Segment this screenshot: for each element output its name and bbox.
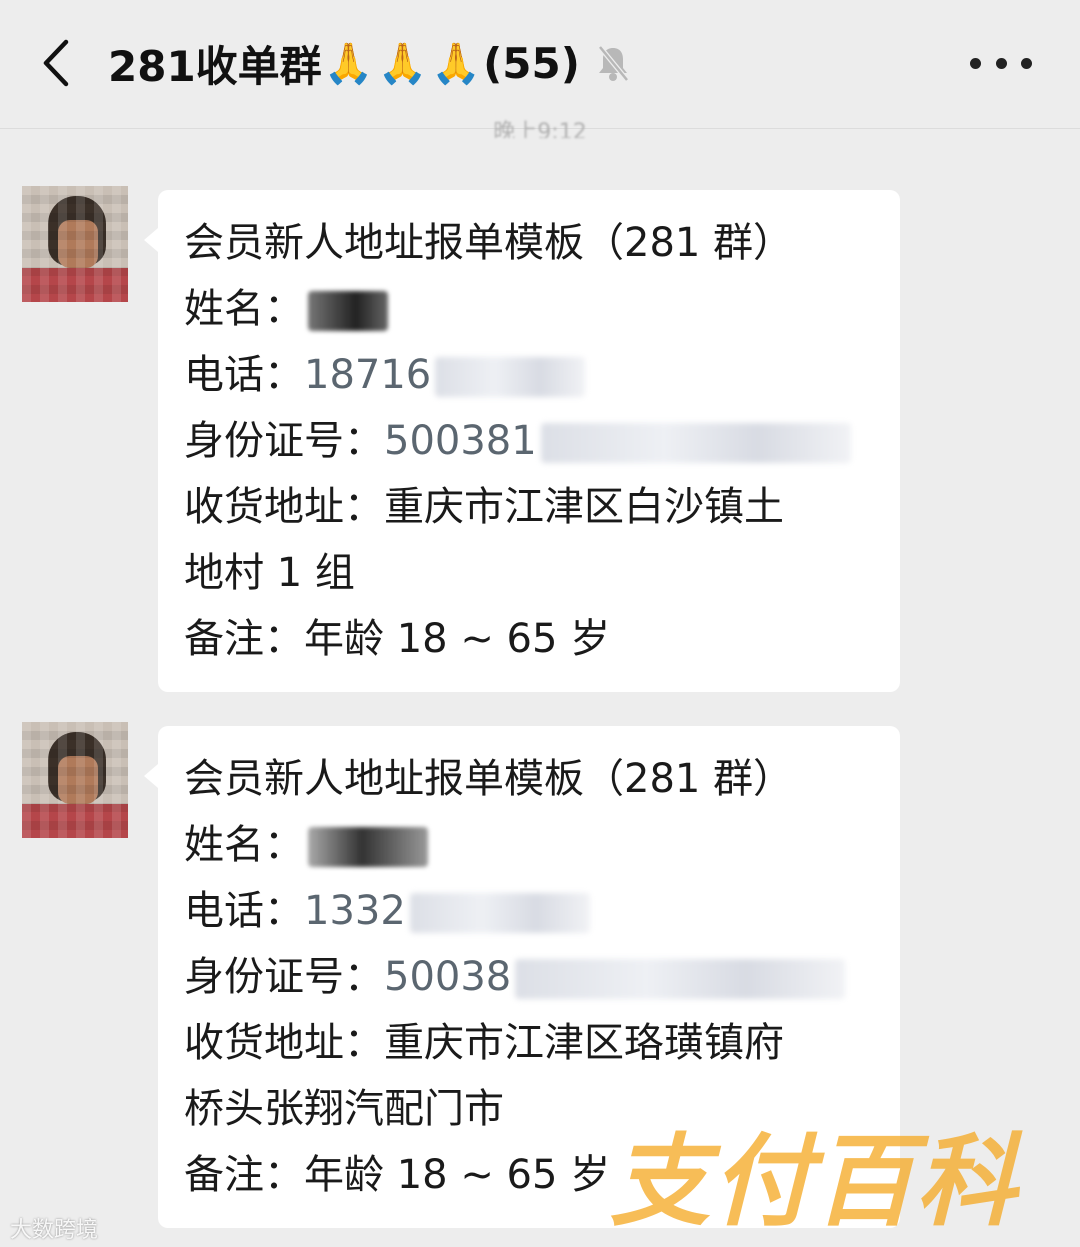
note-label: 备注： [184, 616, 304, 662]
id-row: 身份证号：500381 [184, 408, 880, 474]
template-title: 会员新人地址报单模板（281 群） [184, 220, 794, 266]
phone-label: 电话： [184, 352, 304, 398]
address-line1: 重庆市江津区珞璜镇府 [384, 1020, 784, 1066]
phone-label: 电话： [184, 888, 304, 934]
bell-muted-icon [598, 45, 629, 82]
id-label: 身份证号： [184, 954, 384, 1000]
address-line2: 地村 1 组 [184, 550, 355, 596]
message-timestamp: 晚上9:12 [493, 120, 587, 138]
id-row: 身份证号：50038 [184, 944, 880, 1010]
name-label: 姓名： [184, 286, 304, 332]
phone-value: 18716 [304, 352, 432, 398]
avatar[interactable] [22, 186, 128, 302]
group-name: 281收单群 [108, 41, 322, 91]
redacted-phone [409, 893, 590, 933]
chat-title: 281收单群 🙏 🙏 🙏 (55) [108, 30, 632, 96]
more-options-button[interactable] [970, 50, 1032, 76]
redacted-id [540, 423, 851, 463]
pray-emoji: 🙏 [323, 40, 374, 87]
pray-emoji: 🙏 [431, 40, 482, 87]
pray-emoji: 🙏 [377, 40, 428, 87]
note-value: 年龄 18 ~ 65 岁 [304, 616, 611, 662]
chevron-left-icon [43, 39, 69, 87]
redacted-phone [435, 357, 586, 397]
note-value: 年龄 18 ~ 65 岁 [304, 1152, 611, 1198]
redacted-name [308, 291, 388, 331]
address-line1: 重庆市江津区白沙镇土 [384, 484, 784, 530]
address-label: 收货地址： [184, 1020, 384, 1066]
name-row: 姓名： [184, 812, 880, 878]
watermark-small: 大数跨境 [10, 1218, 99, 1243]
id-label: 身份证号： [184, 418, 384, 464]
id-value: 50038 [384, 954, 512, 1000]
name-label: 姓名： [184, 822, 304, 868]
address-row: 收货地址：重庆市江津区白沙镇土 [184, 474, 880, 540]
address-label: 收货地址： [184, 484, 384, 530]
redacted-name [308, 827, 428, 867]
member-count: (55) [483, 38, 580, 88]
address-row: 收货地址：重庆市江津区珞璜镇府 [184, 1010, 880, 1076]
id-value: 500381 [384, 418, 537, 464]
note-row: 备注：年龄 18 ~ 65 岁 [184, 606, 880, 672]
redacted-id [515, 959, 846, 999]
chat-header: 281收单群 🙏 🙏 🙏 (55) [0, 0, 1080, 129]
note-label: 备注： [184, 1152, 304, 1198]
name-row: 姓名： [184, 276, 880, 342]
back-button[interactable] [30, 34, 80, 92]
more-dots-icon [970, 57, 981, 69]
watermark-logo: 支付百科 [610, 1126, 1018, 1238]
phone-row: 电话：18716 [184, 342, 880, 408]
phone-row: 电话：1332 [184, 878, 880, 944]
message-bubble[interactable]: 会员新人地址报单模板（281 群） 姓名： 电话：18716 身份证号：5003… [144, 190, 900, 692]
phone-value: 1332 [304, 888, 406, 934]
avatar[interactable] [22, 722, 128, 838]
template-title: 会员新人地址报单模板（281 群） [184, 756, 794, 802]
